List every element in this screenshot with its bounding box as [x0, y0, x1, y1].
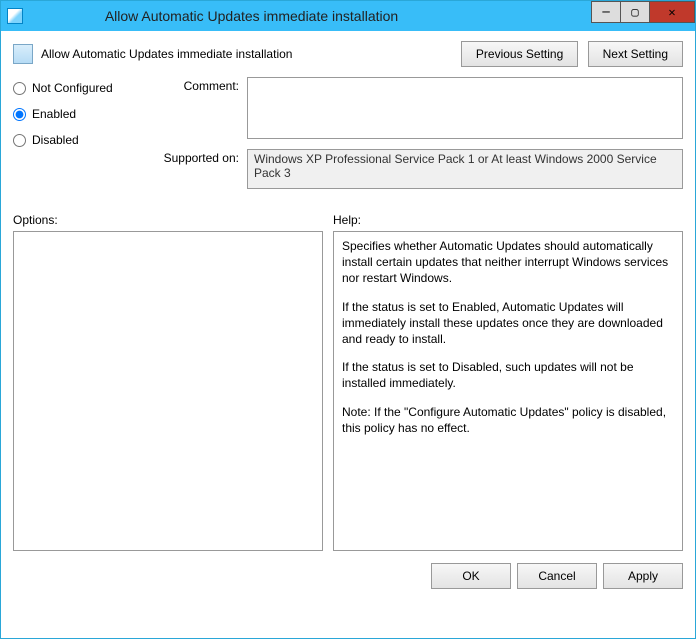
radio-not-configured-input[interactable] — [13, 82, 26, 95]
options-pane-label: Options: — [13, 213, 323, 227]
policy-icon — [13, 44, 33, 64]
radio-disabled-input[interactable] — [13, 134, 26, 147]
supported-on-label: Supported on: — [157, 149, 247, 165]
help-paragraph: Note: If the "Configure Automatic Update… — [342, 404, 674, 436]
titlebar: Allow Automatic Updates immediate instal… — [1, 1, 695, 31]
comment-label: Comment: — [157, 77, 247, 93]
close-button[interactable]: ✕ — [649, 1, 695, 23]
supported-on-text: Windows XP Professional Service Pack 1 o… — [254, 152, 657, 180]
help-pane: Specifies whether Automatic Updates shou… — [333, 231, 683, 551]
minimize-button[interactable]: ─ — [591, 1, 621, 23]
cancel-button[interactable]: Cancel — [517, 563, 597, 589]
ok-button[interactable]: OK — [431, 563, 511, 589]
radio-disabled-label: Disabled — [32, 133, 79, 147]
supported-on-value: Windows XP Professional Service Pack 1 o… — [247, 149, 683, 189]
window-title: Allow Automatic Updates immediate instal… — [0, 8, 592, 24]
radio-enabled[interactable]: Enabled — [13, 107, 143, 121]
radio-enabled-label: Enabled — [32, 107, 76, 121]
help-pane-label: Help: — [333, 213, 683, 227]
radio-disabled[interactable]: Disabled — [13, 133, 143, 147]
radio-not-configured-label: Not Configured — [32, 81, 113, 95]
options-pane — [13, 231, 323, 551]
state-radio-group: Not Configured Enabled Disabled — [13, 77, 143, 199]
apply-button[interactable]: Apply — [603, 563, 683, 589]
comment-input[interactable] — [247, 77, 683, 139]
radio-not-configured[interactable]: Not Configured — [13, 81, 143, 95]
previous-setting-button[interactable]: Previous Setting — [461, 41, 578, 67]
radio-enabled-input[interactable] — [13, 108, 26, 121]
help-paragraph: Specifies whether Automatic Updates shou… — [342, 238, 674, 287]
next-setting-button[interactable]: Next Setting — [588, 41, 683, 67]
policy-title: Allow Automatic Updates immediate instal… — [41, 47, 292, 61]
maximize-button[interactable]: ▢ — [620, 1, 650, 23]
help-paragraph: If the status is set to Disabled, such u… — [342, 359, 674, 391]
help-paragraph: If the status is set to Enabled, Automat… — [342, 299, 674, 348]
